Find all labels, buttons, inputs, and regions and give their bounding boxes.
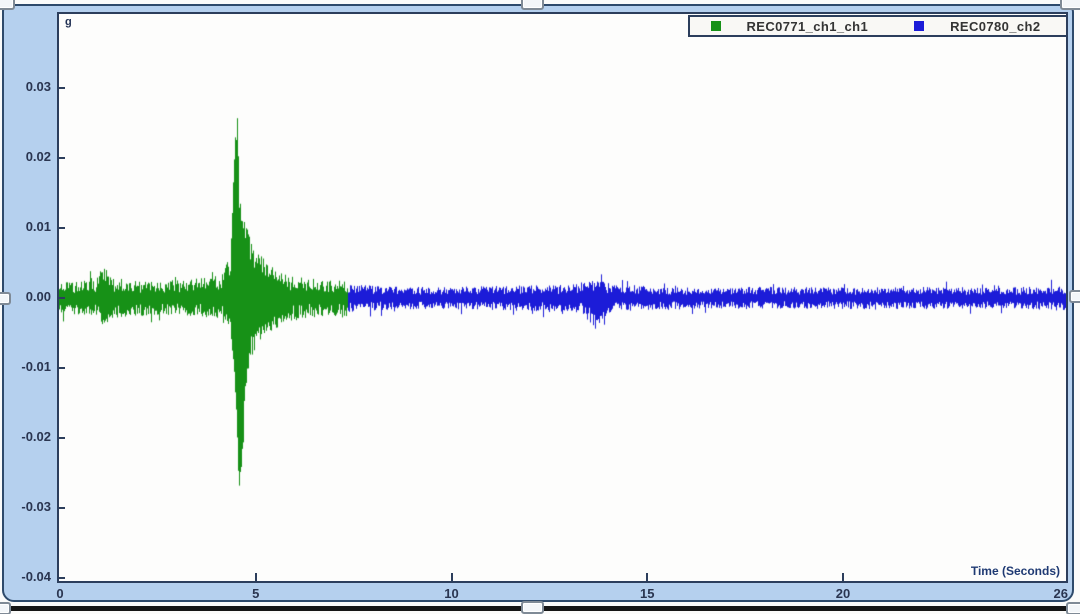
x-tick-label: 20 <box>821 586 865 601</box>
series-swatch-green <box>711 21 721 31</box>
x-tick-label: 0 <box>38 586 82 601</box>
y-tick-label: -0.04 <box>6 569 51 584</box>
selection-handle-top-right[interactable] <box>1060 0 1080 10</box>
y-tick-mark <box>57 437 65 439</box>
x-tick-mark <box>646 573 648 581</box>
y-tick-mark <box>57 297 65 299</box>
y-tick-mark <box>57 227 65 229</box>
x-tick-label: 10 <box>430 586 474 601</box>
series-swatch-blue <box>914 21 924 31</box>
y-tick-mark <box>57 507 65 509</box>
selection-handle-right-middle[interactable] <box>1069 290 1080 303</box>
y-tick-label: 0.01 <box>6 219 51 234</box>
y-tick-label: -0.01 <box>6 359 51 374</box>
legend-entry-ch2: REC0780_ch2 <box>889 19 1066 34</box>
x-tick-mark <box>842 573 844 581</box>
x-axis-end-label: 26 <box>1024 586 1068 601</box>
y-tick-mark <box>57 367 65 369</box>
y-tick-label: 0.00 <box>6 289 51 304</box>
x-tick-mark <box>451 573 453 581</box>
legend-label-ch1: REC0771_ch1_ch1 <box>747 19 869 34</box>
waveform-canvas <box>59 14 1066 581</box>
chart-figure: g Time (Seconds) REC0771_ch1_ch1 REC0780… <box>0 0 1080 614</box>
y-tick-label: -0.02 <box>6 429 51 444</box>
legend-label-ch2: REC0780_ch2 <box>950 19 1040 34</box>
x-tick-mark <box>255 573 257 581</box>
selection-handle-top-center[interactable] <box>521 0 544 10</box>
x-tick-label: 15 <box>625 586 669 601</box>
y-tick-mark <box>57 157 65 159</box>
selection-handle-top-left[interactable] <box>0 0 15 10</box>
y-tick-mark <box>57 87 65 89</box>
legend: REC0771_ch1_ch1 REC0780_ch2 <box>688 15 1068 37</box>
y-tick-label: 0.03 <box>6 79 51 94</box>
selection-handle-bottom-right[interactable] <box>1066 602 1080 614</box>
y-tick-label: -0.03 <box>6 499 51 514</box>
selection-handle-left-middle[interactable] <box>0 292 11 305</box>
legend-entry-ch1: REC0771_ch1_ch1 <box>690 19 889 34</box>
x-tick-label: 5 <box>234 586 278 601</box>
selection-handle-bottom-left[interactable] <box>0 602 11 614</box>
y-tick-mark <box>57 577 65 579</box>
selection-handle-bottom-center[interactable] <box>521 601 544 614</box>
y-tick-label: 0.02 <box>6 149 51 164</box>
